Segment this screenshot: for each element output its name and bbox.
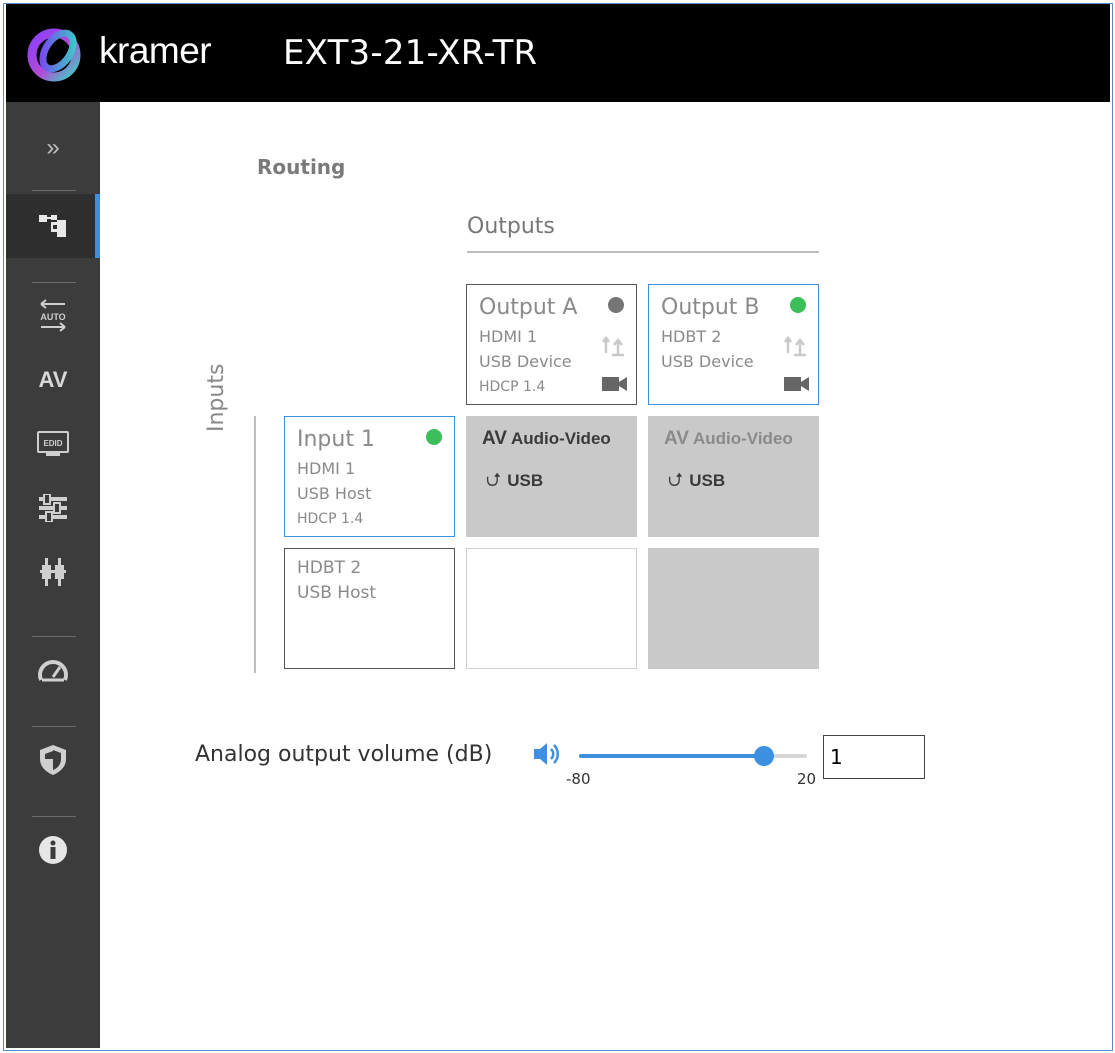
slider-thumb[interactable] (753, 746, 774, 766)
input-interface: HDBT 2 (297, 558, 362, 578)
usb-icon: ⮍ (668, 470, 684, 491)
outputs-divider (467, 251, 819, 253)
sidebar: » AUTO AV EDID (6, 102, 100, 1048)
av-badge-icon: AV (482, 428, 507, 449)
output-usb-mode: USB Device (479, 352, 572, 371)
status-indicator-icon (608, 297, 624, 313)
auto-switch-icon: AUTO (40, 299, 66, 332)
crosspoint-av-label: AV Audio-Video (664, 428, 793, 449)
edid-icon: EDID (37, 431, 69, 456)
output-name: Output B (661, 295, 760, 320)
inputs-heading: Inputs (204, 363, 229, 432)
volume-slider[interactable] (579, 746, 807, 766)
brand-name: kramer (99, 30, 212, 71)
input-usb-mode: USB Host (297, 583, 377, 603)
sidebar-edid-label: EDID (43, 439, 62, 448)
kramer-logo-icon (27, 28, 81, 82)
output-hdcp: HDCP 1.4 (479, 379, 546, 395)
crosspoint-input2-output-b[interactable] (648, 548, 819, 669)
input-interface: HDMI 1 (297, 459, 356, 478)
sidebar-separator (32, 636, 76, 637)
video-camera-icon (784, 377, 809, 391)
usb-icon: ⮍ (486, 470, 502, 491)
crosspoint-input1-output-a[interactable]: AV Audio-Video ⮍ USB (466, 416, 637, 537)
av-text-icon: AV (38, 367, 68, 392)
output-interface: HDMI 1 (479, 327, 538, 346)
sidebar-separator (32, 726, 76, 727)
input-usb-mode: USB Host (297, 484, 372, 503)
page-title: Routing (257, 155, 346, 179)
sidebar-item-security[interactable] (6, 730, 100, 790)
crosspoint-usb-label: ⮍ USB (486, 470, 544, 491)
input-port-2[interactable]: HDBT 2 USB Host (284, 548, 455, 669)
input-name: Input 1 (297, 427, 375, 452)
outputs-heading: Outputs (467, 214, 555, 239)
volume-value-input[interactable] (823, 735, 925, 779)
sidebar-item-edid[interactable]: EDID (6, 414, 100, 474)
sidebar-expand-button[interactable]: » (6, 118, 100, 178)
double-chevron-right-icon: » (46, 134, 60, 161)
video-camera-icon (602, 377, 627, 391)
volume-max-label: 20 (797, 770, 817, 788)
connector-plug-icon (40, 558, 66, 586)
sidebar-separator (32, 282, 76, 283)
info-icon (39, 836, 67, 864)
inputs-divider (254, 416, 256, 673)
sidebar-item-diagnostics[interactable] (6, 640, 100, 700)
upload-arrow-icon (784, 335, 806, 357)
settings-sliders-icon (39, 494, 67, 522)
sidebar-separator (32, 190, 76, 191)
output-interface: HDBT 2 (661, 327, 722, 346)
sidebar-item-auto-switching[interactable]: AUTO (6, 286, 100, 346)
sidebar-auto-label: AUTO (40, 312, 65, 322)
crosspoint-usb-label: ⮍ USB (668, 470, 726, 491)
crosspoint-input2-output-a[interactable] (466, 548, 637, 669)
upload-arrow-icon (602, 335, 624, 357)
sidebar-item-routing[interactable] (6, 194, 100, 258)
gauge-icon (38, 660, 68, 682)
crosspoint-av-label: AV Audio-Video (482, 428, 611, 449)
speaker-icon[interactable] (532, 740, 562, 768)
routing-icon (39, 215, 66, 237)
output-port-b[interactable]: Output B HDBT 2 USB Device (648, 284, 819, 405)
status-indicator-icon (426, 429, 442, 445)
shield-icon (40, 745, 66, 775)
output-usb-mode: USB Device (661, 352, 754, 371)
sidebar-item-about[interactable] (6, 820, 100, 880)
crosspoint-input1-output-b[interactable]: AV Audio-Video ⮍ USB (648, 416, 819, 537)
volume-min-label: -80 (566, 770, 591, 788)
device-title: EXT3-21-XR-TR (283, 33, 538, 73)
output-port-a[interactable]: Output A HDMI 1 USB Device HDCP 1.4 (466, 284, 637, 405)
input-hdcp: HDCP 1.4 (297, 511, 364, 527)
volume-label: Analog output volume (dB) (195, 742, 493, 767)
av-badge-icon: AV (664, 428, 689, 449)
sidebar-item-device-settings[interactable] (6, 478, 100, 538)
main-content: Routing Outputs Inputs Output A HDMI 1 U… (100, 102, 1110, 1048)
sidebar-item-av[interactable]: AV (6, 350, 100, 410)
input-port-1[interactable]: Input 1 HDMI 1 USB Host HDCP 1.4 (284, 416, 455, 537)
output-name: Output A (479, 295, 578, 320)
sidebar-separator (32, 816, 76, 817)
status-indicator-icon (790, 297, 806, 313)
sidebar-item-connectors[interactable] (6, 542, 100, 602)
app-header: kramer EXT3-21-XR-TR (6, 4, 1110, 102)
slider-fill (579, 754, 764, 758)
